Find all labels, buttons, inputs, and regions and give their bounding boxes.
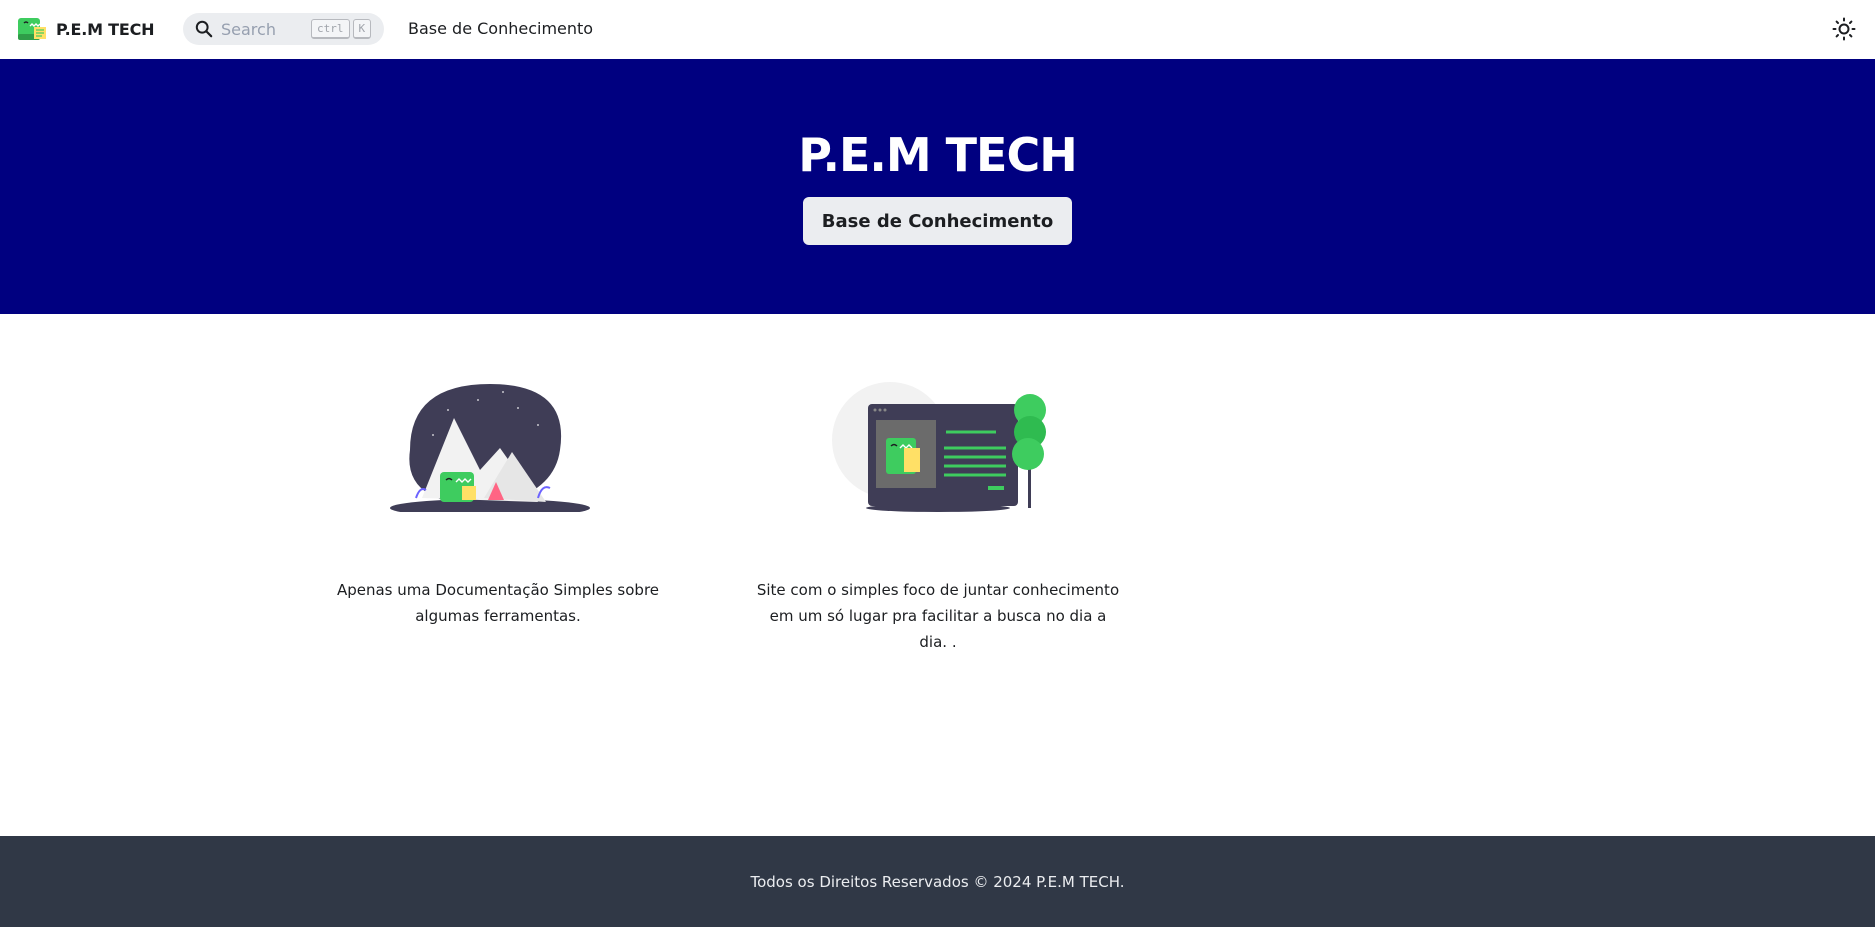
nav-link-knowledge-base[interactable]: Base de Conhecimento bbox=[408, 19, 593, 38]
search-icon bbox=[195, 20, 213, 38]
sun-icon bbox=[1832, 17, 1856, 41]
shortcut-key-ctrl: ctrl bbox=[311, 19, 350, 39]
search-placeholder: Search bbox=[221, 19, 276, 39]
copyright-text: Todos os Direitos Reservados © 2024 P.E.… bbox=[750, 872, 1125, 891]
search-button[interactable]: Search ctrl K bbox=[183, 13, 384, 45]
feature-card: Site com o simples foco de juntar conhec… bbox=[738, 380, 1138, 655]
browser-tree-illustration-icon bbox=[832, 382, 1046, 512]
mountain-camp-illustration-icon bbox=[390, 384, 590, 512]
navbar: P.E.M TECH Search ctrl K Base de Conheci… bbox=[0, 0, 1875, 59]
feature-card: Apenas uma Documentação Simples sobre al… bbox=[298, 380, 698, 629]
shortcut-key-k: K bbox=[352, 19, 372, 39]
footer: Todos os Direitos Reservados © 2024 P.E.… bbox=[0, 836, 1875, 927]
theme-toggle-button[interactable] bbox=[1829, 14, 1859, 44]
hero-banner: P.E.M TECH Base de Conhecimento bbox=[0, 59, 1875, 314]
dinosaur-logo-icon bbox=[18, 18, 46, 40]
knowledge-base-button[interactable]: Base de Conhecimento bbox=[803, 197, 1072, 245]
brand-link[interactable]: P.E.M TECH bbox=[16, 14, 155, 44]
brand-title: P.E.M TECH bbox=[56, 19, 155, 39]
hero-title: P.E.M TECH bbox=[798, 128, 1077, 182]
feature-description: Site com o simples foco de juntar conhec… bbox=[756, 581, 1120, 651]
feature-description: Apenas uma Documentação Simples sobre al… bbox=[336, 581, 660, 625]
